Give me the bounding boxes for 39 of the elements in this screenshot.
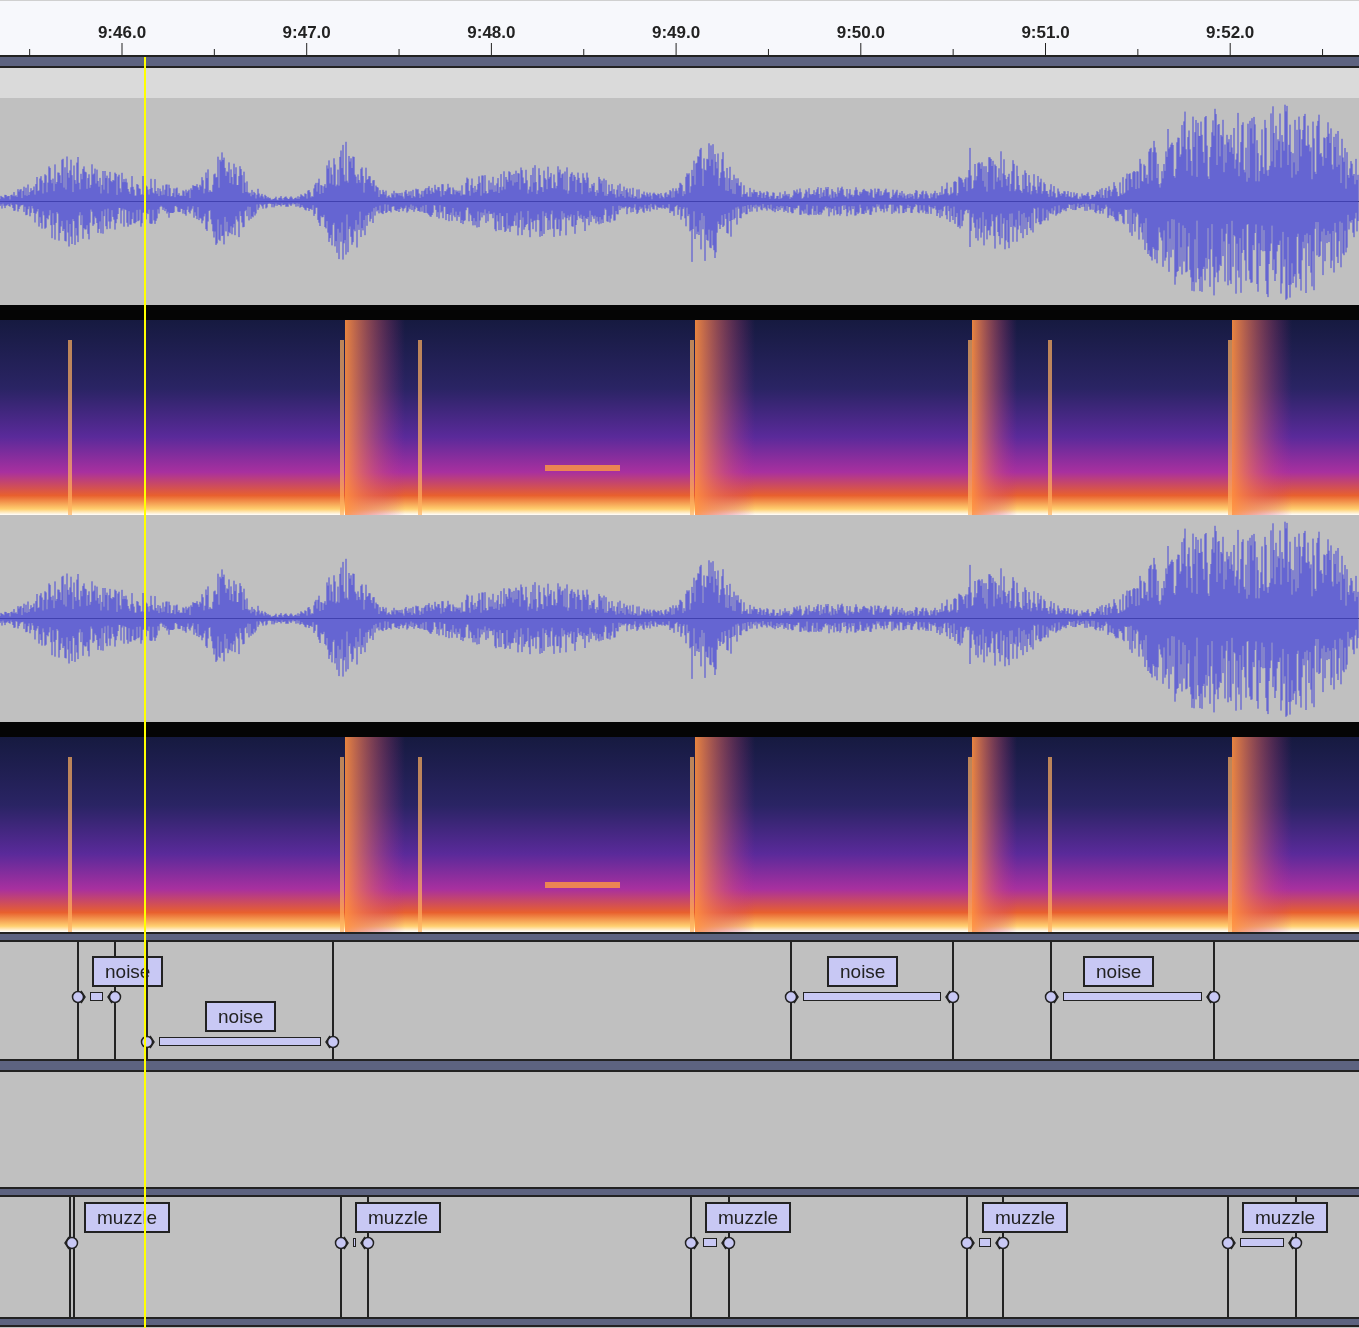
label-handle-icon[interactable]	[64, 1236, 80, 1250]
label-handle-icon[interactable]	[959, 1236, 975, 1250]
ruler-time-label: 9:52.0	[1206, 22, 1255, 44]
label-handle-icon[interactable]	[1220, 1236, 1236, 1250]
ruler-time-label: 9:48.0	[467, 22, 516, 44]
label-span-bar[interactable]	[979, 1238, 991, 1247]
label-handle-icon[interactable]	[783, 990, 799, 1004]
label-span-bar[interactable]	[159, 1037, 321, 1046]
label-handle-icon[interactable]	[325, 1035, 341, 1049]
label-handle-icon[interactable]	[683, 1236, 699, 1250]
label-span-bar[interactable]	[353, 1238, 356, 1247]
ruler-time-label: 9:50.0	[836, 22, 885, 44]
label-text[interactable]: muzzle	[1242, 1202, 1329, 1233]
label-span-bar[interactable]	[1063, 992, 1202, 1001]
label-handle-icon[interactable]	[1043, 990, 1059, 1004]
label-span-bar[interactable]	[1240, 1238, 1284, 1247]
label-text[interactable]: muzzle	[705, 1202, 792, 1233]
label-handle-icon[interactable]	[360, 1236, 376, 1250]
label-span-bar[interactable]	[703, 1238, 717, 1247]
label-handle-icon[interactable]	[70, 990, 86, 1004]
label-text[interactable]: noise	[827, 956, 899, 987]
label-text[interactable]: muzzle	[355, 1202, 442, 1233]
ruler-time-label: 9:47.0	[282, 22, 331, 44]
label-handle-icon[interactable]	[945, 990, 961, 1004]
ruler-time-label: 9:49.0	[652, 22, 701, 44]
label-handle-icon[interactable]	[721, 1236, 737, 1250]
label-text[interactable]: muzzle	[982, 1202, 1069, 1233]
label-span-bar[interactable]	[803, 992, 941, 1001]
ruler-time-label: 9:51.0	[1021, 22, 1070, 44]
label-text[interactable]: noise	[1083, 956, 1155, 987]
label-handle-icon[interactable]	[333, 1236, 349, 1250]
label-handle-icon[interactable]	[1288, 1236, 1304, 1250]
label-handle-icon[interactable]	[995, 1236, 1011, 1250]
label-span-bar[interactable]	[90, 992, 103, 1001]
timeline-ruler[interactable]: 9:46.0 9:47.0 9:48.0 9:49.0 9:50.0 9:51.0 9:52.0	[0, 0, 1359, 55]
ruler-time-label: 9:46.0	[97, 22, 147, 44]
label-handle-icon[interactable]	[1206, 990, 1222, 1004]
label-handle-icon[interactable]	[107, 990, 123, 1004]
label-text[interactable]: noise	[205, 1001, 277, 1032]
